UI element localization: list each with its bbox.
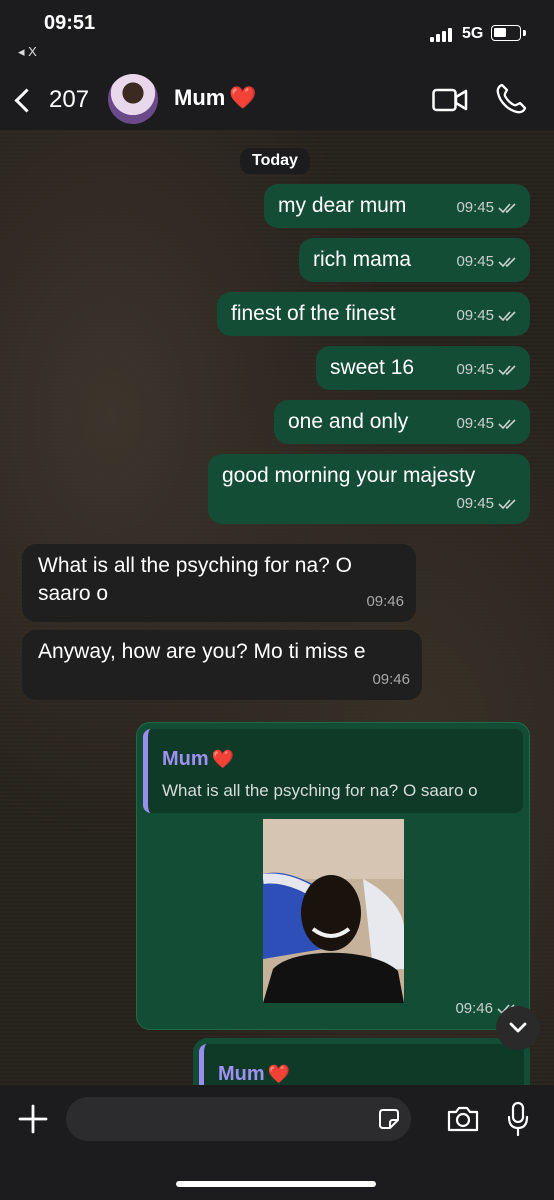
heart-emoji: ❤️ [211,749,235,769]
message-text: finest of the finest [231,302,396,325]
message-bubble[interactable]: one and only 09:45 [274,400,530,444]
message-text: my dear mum [278,194,407,217]
quoted-sender: Mum ❤️ [218,1060,290,1085]
message-meta: 09:45 [456,410,518,438]
message-meta: 09:45 [456,248,518,276]
double-check-icon [498,499,516,510]
message-bubble[interactable]: finest of the finest 09:45 [217,292,530,336]
sticker-icon[interactable] [377,1107,401,1131]
message-meta: 09:46 [366,588,404,616]
unread-count: 207 [49,86,90,113]
message-time: 09:45 [456,495,494,512]
message-meta: 09:45 [456,356,518,384]
back-button[interactable]: 207 [10,80,89,120]
message-text: rich mama [313,248,412,271]
message-time: 09:46 [455,1000,493,1017]
message-meta: 09:45 [456,302,518,330]
quoted-message[interactable]: Mum ❤️ What is all the psyching for na? … [143,729,523,813]
plus-icon[interactable] [17,1103,49,1135]
message-time: 09:45 [456,307,494,324]
battery-tip [523,30,526,36]
message-bubble[interactable]: sweet 16 09:45 [316,346,530,390]
video-call-icon[interactable] [432,86,468,114]
chat-header: 207 Mum ❤️ [0,70,554,130]
message-input[interactable] [66,1097,411,1141]
message-bubble[interactable]: rich mama 09:45 [299,238,530,282]
date-separator: Today [240,148,310,174]
scroll-to-bottom-button[interactable] [496,1006,540,1050]
quoted-sender-name: Mum [218,1063,265,1085]
message-time: 09:45 [456,415,494,432]
contact-name[interactable]: Mum ❤️ [174,85,257,111]
status-bar: 09:51 ◂ X 5G [0,0,554,70]
message-text: What is all the psyching for na? O saaro… [38,554,352,605]
heart-emoji: ❤️ [229,85,257,110]
home-indicator[interactable] [176,1181,376,1187]
message-time: 09:45 [456,361,494,378]
message-time: 09:45 [456,199,494,216]
chevron-left-icon [14,87,39,113]
network-type: 5G [462,25,484,42]
signal-icon [430,28,456,42]
chat-area[interactable]: Today my dear mum 09:45 rich mama 09:45 … [0,130,554,1085]
phone-icon[interactable] [494,82,528,116]
camera-icon[interactable] [446,1105,480,1133]
message-meta: 09:45 [456,194,518,222]
battery-icon [491,25,521,41]
message-bubble[interactable]: What is all the psyching for na? O saaro… [22,544,416,622]
photo-image [263,819,404,1003]
message-bubble[interactable]: Anyway, how are you? Mo ti miss e 09:46 [22,630,422,700]
message-meta: 09:46 [372,666,410,694]
shared-photo[interactable] [263,819,404,1003]
avatar[interactable] [108,74,158,124]
contact-name-text: Mum [174,85,226,110]
message-text: one and only [288,410,409,433]
quoted-sender: Mum ❤️ [162,745,234,773]
double-check-icon [498,203,516,214]
quoted-message[interactable]: Mum ❤️ [199,1044,524,1085]
heart-emoji: ❤️ [267,1064,291,1084]
double-check-icon [498,311,516,322]
message-text: good morning your majesty [222,464,476,487]
double-check-icon [498,257,516,268]
chevron-down-icon [509,1022,527,1033]
photo-reply-bubble[interactable]: Mum ❤️ [193,1038,530,1085]
message-bubble[interactable]: my dear mum 09:45 [264,184,530,228]
message-bubble[interactable]: good morning your majesty 09:45 [208,454,530,524]
quoted-sender-name: Mum [162,748,209,770]
double-check-icon [498,419,516,430]
message-time: 09:46 [366,593,404,610]
photo-reply-bubble[interactable]: Mum ❤️ What is all the psyching for na? … [136,722,530,1030]
message-text: Anyway, how are you? Mo ti miss e [38,640,366,663]
message-time: 09:45 [456,253,494,270]
quoted-text: What is all the psyching for na? O saaro… [162,781,478,800]
message-time: 09:46 [372,671,410,688]
back-to-app[interactable]: ◂ X [18,44,37,60]
status-time: 09:51 [44,12,96,34]
message-text: sweet 16 [330,356,415,379]
microphone-icon[interactable] [506,1101,530,1137]
message-meta: 09:45 [456,490,518,518]
double-check-icon [498,365,516,376]
